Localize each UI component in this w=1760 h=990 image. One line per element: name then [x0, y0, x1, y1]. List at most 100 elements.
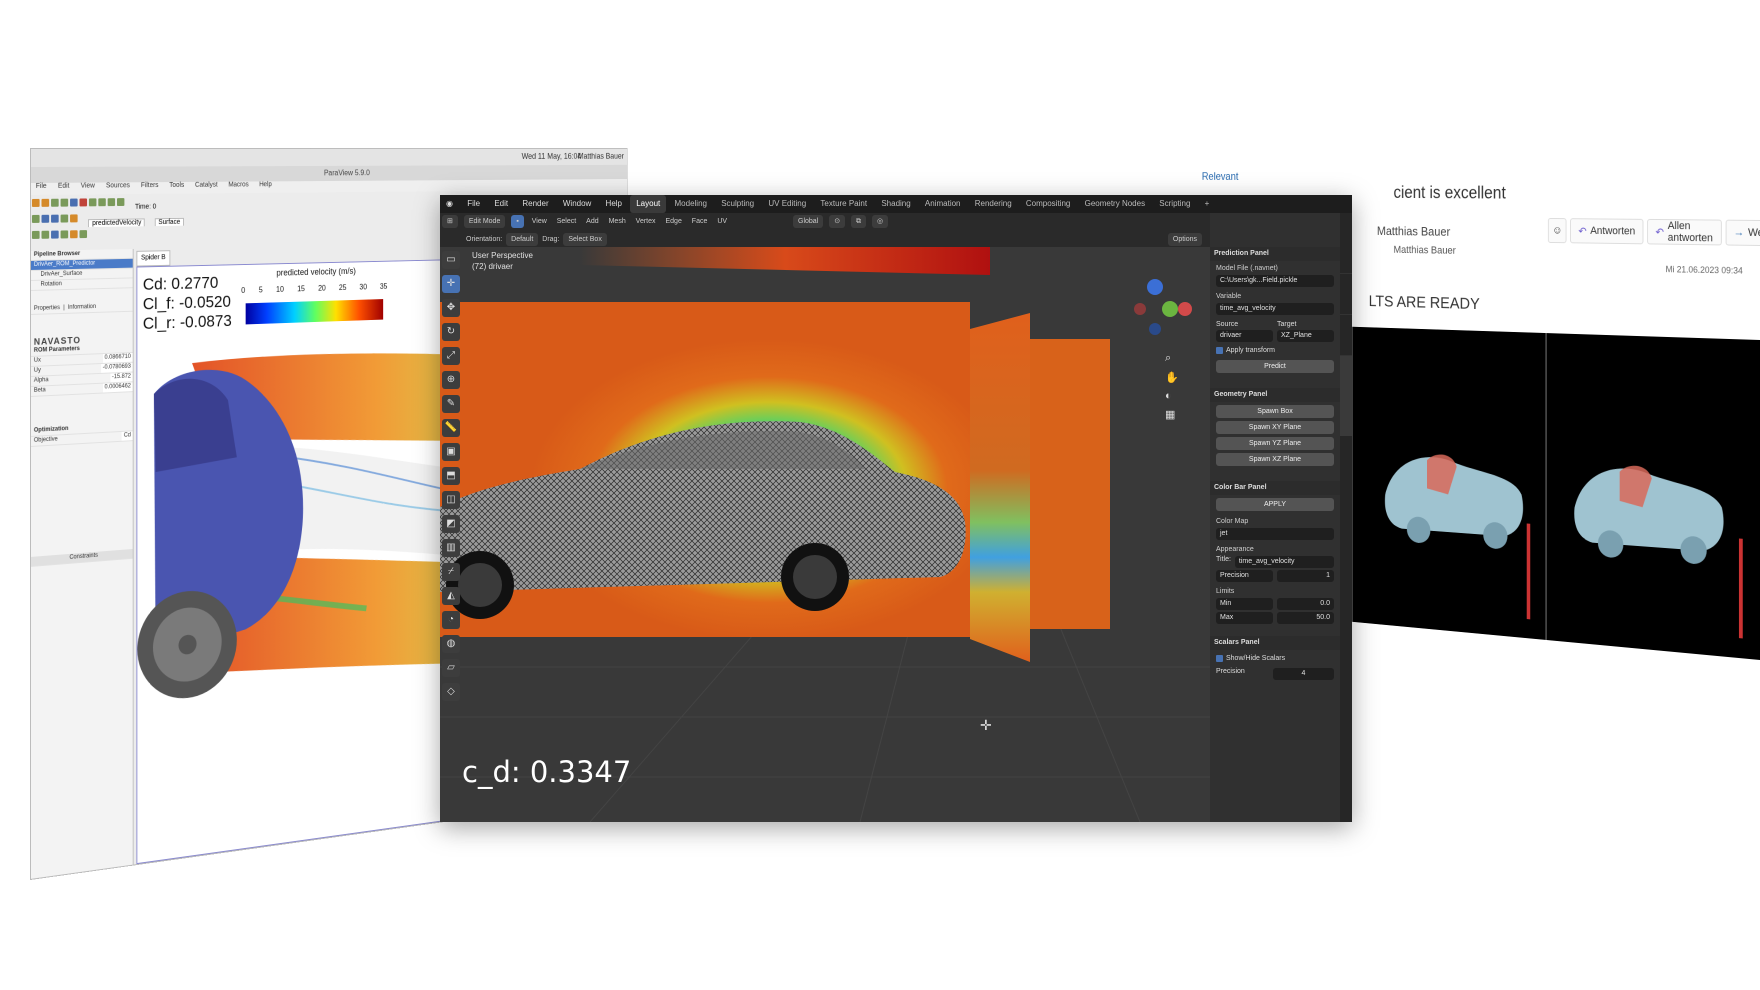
tab-information[interactable]: Information	[68, 304, 96, 311]
camera-icon[interactable]	[70, 198, 78, 207]
pan-hand-icon[interactable]: ✋	[1165, 371, 1181, 384]
geometry-panel-title[interactable]: Geometry Panel	[1210, 388, 1340, 402]
pivot-icon[interactable]: ⊙	[829, 215, 846, 228]
add-cube-icon[interactable]: ▣	[442, 443, 460, 461]
sidebar-tab-tool[interactable]	[1340, 274, 1352, 315]
select-box-icon[interactable]: ▭	[442, 251, 460, 269]
menu-edit[interactable]: Edit	[58, 183, 69, 190]
extrude-icon[interactable]: ⬒	[442, 467, 460, 485]
sidebar-tab-view[interactable]	[1340, 315, 1352, 356]
title-field[interactable]: time_avg_velocity	[1234, 556, 1334, 568]
precision-field[interactable]: 1	[1277, 570, 1334, 582]
tab-sculpting[interactable]: Sculpting	[715, 195, 760, 213]
header-menu-uv[interactable]: UV	[717, 218, 727, 225]
tab-compositing[interactable]: Compositing	[1020, 195, 1076, 213]
prediction-panel-title[interactable]: Prediction Panel	[1210, 247, 1340, 261]
loop-icon[interactable]	[116, 198, 125, 207]
stream-tracer-icon[interactable]	[41, 230, 50, 239]
apply-transform-checkbox[interactable]: Apply transform	[1216, 345, 1334, 357]
tab-texture-paint[interactable]: Texture Paint	[814, 195, 873, 213]
menu-window[interactable]: Window	[557, 195, 597, 213]
shear-icon[interactable]: ▱	[442, 659, 460, 677]
clip-icon[interactable]	[51, 214, 59, 223]
add-workspace-icon[interactable]: +	[1199, 195, 1216, 213]
view-tab[interactable]: Spider B	[136, 250, 171, 267]
menu-help[interactable]: Help	[259, 181, 272, 188]
menu-sources[interactable]: Sources	[106, 182, 130, 189]
gizmo-y-axis[interactable]	[1162, 301, 1178, 317]
menu-file[interactable]: File	[36, 183, 47, 190]
tab-animation[interactable]: Animation	[919, 195, 967, 213]
spawn-yz-plane-button[interactable]: Spawn YZ Plane	[1216, 437, 1334, 450]
options-dropdown[interactable]: Options	[1167, 233, 1202, 246]
bevel-icon[interactable]: ◩	[442, 515, 460, 533]
header-menu-add[interactable]: Add	[586, 218, 598, 225]
measure-icon[interactable]: 📏	[442, 419, 460, 437]
inset-icon[interactable]: ◫	[442, 491, 460, 509]
reply-all-button[interactable]: ↶ Allen antworten	[1647, 218, 1722, 246]
variable-select[interactable]: time_avg_velocity	[1216, 303, 1334, 315]
scalars-panel-title[interactable]: Scalars Panel	[1210, 636, 1340, 650]
predict-button[interactable]: Predict	[1216, 360, 1334, 373]
extract-icon[interactable]	[70, 230, 78, 239]
smooth-icon[interactable]: ◍	[442, 635, 460, 653]
editor-type-icon[interactable]: ⊞	[442, 215, 458, 228]
group-icon[interactable]	[60, 230, 69, 239]
tab-scripting[interactable]: Scripting	[1153, 195, 1196, 213]
poly-build-icon[interactable]: ◭	[442, 587, 460, 605]
redo-icon[interactable]	[60, 198, 69, 207]
last-frame-icon[interactable]	[107, 198, 116, 207]
menu-render[interactable]: Render	[516, 195, 554, 213]
glyph-icon[interactable]	[31, 230, 40, 239]
warp-icon[interactable]	[51, 230, 59, 239]
snap-icon[interactable]: ⧉	[851, 215, 867, 228]
tab-geometry-nodes[interactable]: Geometry Nodes	[1079, 195, 1151, 213]
menu-view[interactable]: View	[81, 183, 95, 190]
spawn-xy-plane-button[interactable]: Spawn XY Plane	[1216, 421, 1334, 434]
gizmo-x-axis[interactable]	[1178, 302, 1192, 316]
perspective-toggle-icon[interactable]: ▦	[1165, 408, 1181, 421]
header-menu-mesh[interactable]: Mesh	[609, 218, 626, 225]
emoji-icon[interactable]: ☺	[1547, 217, 1567, 244]
mode-select[interactable]: Edit Mode	[463, 215, 506, 228]
drag-select[interactable]: Select Box	[563, 233, 607, 246]
calculator-icon[interactable]	[31, 214, 40, 223]
tab-rendering[interactable]: Rendering	[969, 195, 1018, 213]
param-value[interactable]: -0.0780693	[100, 362, 133, 373]
rip-icon[interactable]: ◇	[442, 683, 460, 701]
objective-value[interactable]: Cd	[121, 431, 133, 441]
menu-macros[interactable]: Macros	[228, 182, 248, 189]
3d-viewport[interactable]: User Perspective (72) drivaer c_d: 0.334…	[440, 247, 1210, 822]
annotate-icon[interactable]: ✎	[442, 395, 460, 413]
header-menu-face[interactable]: Face	[692, 218, 708, 225]
header-menu-view[interactable]: View	[532, 218, 547, 225]
header-menu-edge[interactable]: Edge	[665, 218, 681, 225]
reply-button[interactable]: ↶ Antworten	[1570, 218, 1644, 245]
gizmo-z-axis[interactable]	[1147, 279, 1163, 295]
max-field[interactable]: 50.0	[1277, 612, 1334, 624]
model-file-field[interactable]: C:\Users\gk...Field.pickle	[1216, 275, 1334, 287]
apply-button[interactable]: APPLY	[1216, 498, 1334, 511]
tab-shading[interactable]: Shading	[875, 195, 916, 213]
tab-properties[interactable]: Properties	[34, 305, 60, 312]
cursor-icon[interactable]: ✛	[442, 275, 460, 293]
contour-icon[interactable]	[41, 214, 50, 223]
param-value[interactable]: 0.0866710	[102, 352, 133, 363]
move-icon[interactable]: ✥	[442, 299, 460, 317]
spin-icon[interactable]: ◔	[442, 611, 460, 629]
zoom-icon[interactable]: ⌕	[1165, 352, 1181, 365]
camera-view-icon[interactable]: ◐	[1165, 390, 1181, 402]
orientation-select[interactable]: Default	[506, 233, 539, 246]
knife-icon[interactable]: ⌿	[442, 563, 460, 581]
source-select[interactable]: drivaer	[1216, 330, 1273, 342]
spawn-xz-plane-button[interactable]: Spawn XZ Plane	[1216, 453, 1334, 466]
blender-logo-icon[interactable]: ◉	[440, 195, 459, 213]
play-icon[interactable]	[88, 198, 97, 207]
param-value[interactable]: -15.872	[110, 372, 133, 383]
transform-orientation-select[interactable]: Global	[793, 215, 824, 228]
header-menu-vertex[interactable]: Vertex	[636, 218, 656, 225]
loop-cut-icon[interactable]: ▥	[442, 539, 460, 557]
target-select[interactable]: XZ_Plane	[1277, 330, 1334, 342]
tab-modeling[interactable]: Modeling	[669, 195, 713, 213]
color-map-select[interactable]: jet	[1216, 528, 1334, 540]
